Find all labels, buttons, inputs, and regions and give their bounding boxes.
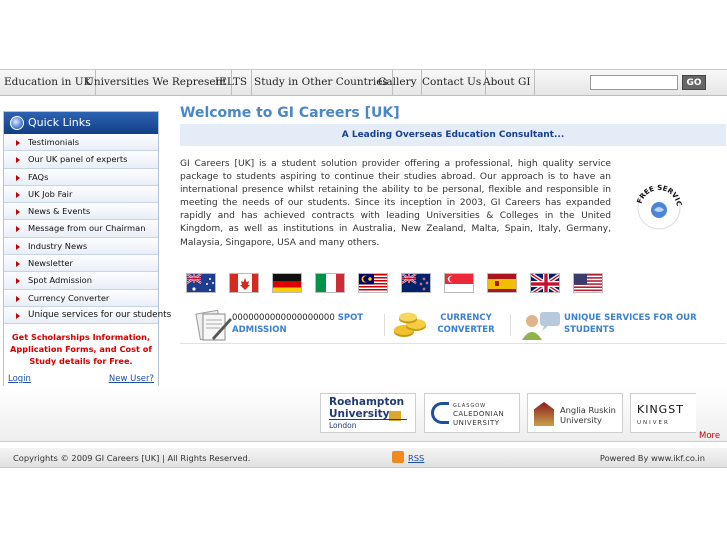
glasgow-caledonian-logo[interactable]: GLASGOW CALEDONIAN UNIVERSITY [424, 393, 520, 433]
italy-flag-icon[interactable] [315, 273, 345, 293]
intro-paragraph: GI Careers [UK] is a student solution pr… [180, 159, 611, 248]
sidebar-item-label: News & Events [28, 206, 91, 217]
sidebar-item-label: Testimonials [28, 137, 80, 147]
bullet-icon [16, 191, 20, 198]
sidebar-item-currency-converter[interactable]: Currency Converter [4, 289, 158, 307]
sidebar-item-faqs[interactable]: FAQs [4, 168, 158, 186]
sidebar-item-label: Industry News [28, 240, 88, 251]
nav-study-in-other-countries[interactable]: Study in Other Countries [250, 70, 393, 95]
anglia-crest-icon [534, 402, 554, 426]
tagline: A Leading Overseas Education Consultant.… [341, 130, 565, 140]
kingston-line2: UNIVER [637, 420, 670, 426]
kingston-line1: KINGST [637, 403, 684, 416]
united-kingdom-flag-icon[interactable] [530, 273, 560, 293]
canada-flag-icon[interactable] [229, 273, 259, 293]
nav-about-gi[interactable]: About GI [479, 70, 536, 95]
germany-flag-icon[interactable] [272, 273, 302, 293]
powered-by-text[interactable]: Powered By www.ikf.co.in [600, 448, 705, 468]
new-zealand-flag-icon[interactable] [401, 273, 431, 293]
search-input[interactable] [590, 75, 678, 90]
quick-links-panel: Quick Links Testimonials Our UK panel of… [3, 111, 171, 387]
rss-icon [392, 451, 404, 463]
glasgow-line2: CALEDONIAN [453, 410, 505, 418]
sidebar-item-uk-job-fair[interactable]: UK Job Fair [4, 185, 158, 204]
free-services-badge-icon[interactable]: FREE SERVICES [633, 181, 685, 231]
sidebar-item-label: FAQs [28, 171, 49, 182]
divider [510, 314, 511, 336]
nav-gallery[interactable]: Gallery [374, 70, 422, 95]
singapore-flag-icon[interactable] [444, 273, 474, 293]
login-link[interactable]: Login [8, 374, 31, 384]
sidebar-item-uk-panel[interactable]: Our UK panel of experts [4, 151, 158, 169]
scholarship-promo[interactable]: Get Scholarships Information, Applicatio… [4, 324, 158, 371]
sidebar-item-label: Currency Converter [28, 292, 110, 303]
sidebar-item-news-events[interactable]: News & Events [4, 203, 158, 221]
anglia-ruskin-logo[interactable]: Anglia Ruskin University [527, 393, 623, 433]
spot-admission-link[interactable]: 0000000000000000000 SPOT ADMISSION [232, 312, 382, 336]
footer: Copyrights © 2009 GI Careers [UK] | All … [0, 448, 727, 468]
roehampton-logo[interactable]: Roehampton University London [320, 393, 416, 433]
bullet-icon [16, 174, 20, 181]
sidebar-item-label: Newsletter [28, 258, 73, 269]
bullet-icon [16, 312, 20, 319]
roehampton-line3: London [329, 421, 357, 430]
sidebar-item-testimonials[interactable]: Testimonials [4, 134, 158, 152]
tagline-bar: A Leading Overseas Education Consultant.… [180, 124, 726, 146]
copyright-text: Copyrights © 2009 GI Careers [UK] | All … [13, 453, 251, 463]
sidebar-item-chairman-message[interactable]: Message from our Chairman [4, 220, 158, 238]
bullet-icon [16, 243, 20, 250]
quick-links-header: Quick Links [4, 112, 158, 134]
bullet-icon [16, 261, 20, 268]
usa-flag-icon[interactable] [573, 273, 603, 293]
bullet-icon [16, 295, 20, 302]
sidebar-item-label: UK Job Fair [28, 188, 73, 199]
spot-admission-prefix: 0000000000000000000 [232, 313, 335, 323]
coins-icon[interactable] [392, 310, 428, 340]
bullet-icon [16, 140, 20, 146]
university-logos-strip: Roehampton University London GLASGOW CAL… [0, 386, 727, 442]
nav-contact-us[interactable]: Contact Us [418, 70, 487, 95]
students-icon[interactable] [520, 310, 562, 340]
australia-flag-icon[interactable] [186, 273, 216, 293]
divider [329, 419, 407, 420]
nav-universities-we-represent[interactable]: Universities We Represent [81, 70, 232, 95]
sidebar-item-newsletter[interactable]: Newsletter [4, 255, 158, 273]
quick-links-title: Quick Links [28, 116, 91, 129]
rss-label: RSS [408, 453, 425, 463]
malaysia-flag-icon[interactable] [358, 273, 388, 293]
sidebar-item-label: Message from our Chairman [28, 223, 146, 234]
sidebar-item-unique-services[interactable]: Unique services for our students [4, 306, 171, 325]
anglia-line1: Anglia Ruskin [560, 405, 616, 415]
nav-ielts[interactable]: IELTS [211, 70, 253, 95]
sidebar-item-industry-news[interactable]: Industry News [4, 237, 158, 256]
glasgow-line1: GLASGOW [453, 403, 487, 409]
bullet-icon [16, 278, 20, 285]
currency-converter-link[interactable]: CURRENCY CONVERTER [436, 312, 496, 336]
globe-icon [10, 116, 24, 130]
page-title: Welcome to GI Careers [UK] [180, 105, 400, 121]
bullet-icon [16, 209, 20, 216]
go-button[interactable]: GO [682, 75, 706, 90]
more-universities-link[interactable]: More [699, 431, 720, 441]
sidebar-item-spot-admission[interactable]: Spot Admission [4, 272, 158, 290]
bullet-icon [16, 157, 20, 164]
new-user-link[interactable]: New User? [109, 374, 154, 384]
anglia-line2: University [560, 415, 602, 425]
top-navigation: Education in UK Universities We Represen… [0, 69, 727, 96]
kingston-logo[interactable]: KINGST UNIVER [630, 393, 696, 433]
divider [384, 314, 385, 336]
unique-services-link[interactable]: UNIQUE SERVICES FOR OUR STUDENTS [564, 312, 704, 336]
sidebar-item-label: Spot Admission [28, 275, 92, 286]
roehampton-line1: Roehampton [329, 396, 405, 408]
sidebar-item-label: Unique services for our students [28, 309, 172, 320]
spain-flag-icon[interactable] [487, 273, 517, 293]
sidebar-item-label: Our UK panel of experts [28, 154, 128, 165]
services-row: 0000000000000000000 SPOT ADMISSION CURRE… [180, 308, 726, 344]
gcu-icon [431, 402, 449, 424]
spot-admission-icon[interactable] [194, 308, 234, 342]
glasgow-line3: UNIVERSITY [453, 419, 500, 427]
bullet-icon [16, 226, 20, 233]
rss-link[interactable]: RSS [392, 448, 424, 468]
